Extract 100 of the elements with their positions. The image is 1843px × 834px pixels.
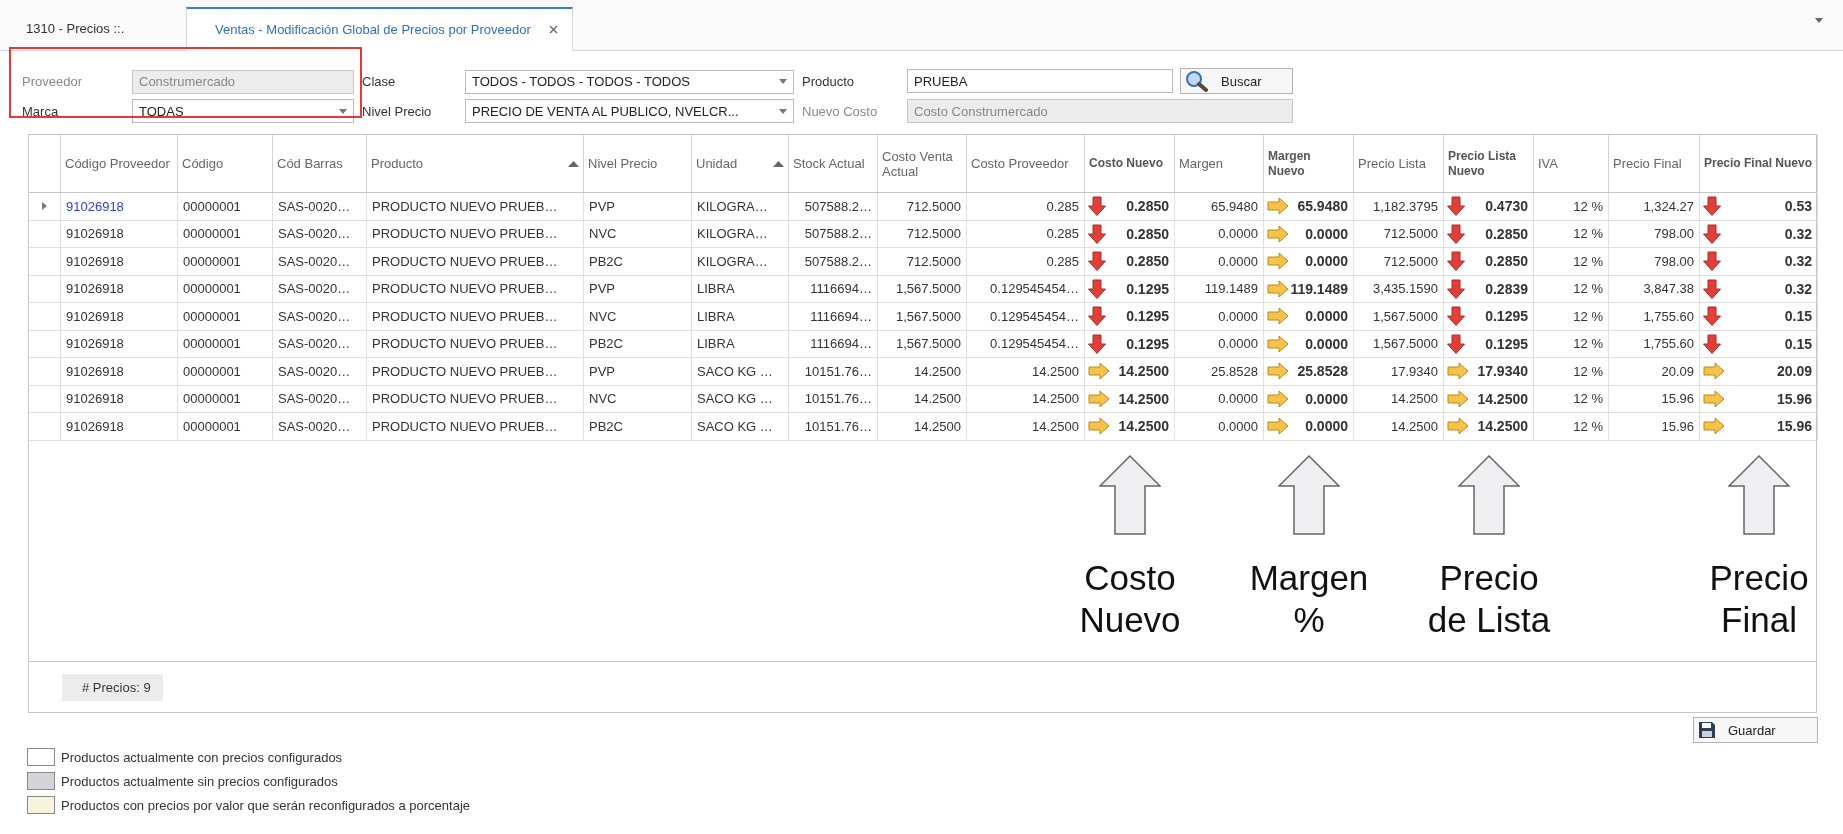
table-cell: 119.1489 xyxy=(1175,275,1264,303)
tab[interactable]: Ventas - Modificación Global de Precios por Proveedor xyxy=(186,7,573,51)
table-cell: 0.0000 xyxy=(1264,220,1354,248)
table-cell: 17.9340 xyxy=(1444,358,1534,386)
table-cell: 0.0000 xyxy=(1175,220,1264,248)
table-cell: 0.285 xyxy=(967,248,1085,276)
close-icon[interactable] xyxy=(548,25,558,34)
column-header[interactable]: Código xyxy=(178,135,273,192)
table-cell: 119.1489 xyxy=(1264,275,1354,303)
table-cell: 0.0000 xyxy=(1264,413,1354,441)
table-cell: 14.2500 xyxy=(1444,385,1534,413)
table-cell: 1,567.5000 xyxy=(878,275,967,303)
table-cell: 10151.76… xyxy=(789,358,878,386)
column-header[interactable]: Unidad xyxy=(692,135,789,192)
column-header[interactable]: Código Proveedor xyxy=(61,135,178,192)
table-cell: 0.32 xyxy=(1700,275,1818,303)
table-cell: 712.5000 xyxy=(878,193,967,221)
table-cell: 12 % xyxy=(1534,275,1609,303)
row-indicator-cell[interactable] xyxy=(29,358,61,386)
column-header[interactable]: Margen xyxy=(1175,135,1264,192)
column-header[interactable]: Costo Nuevo xyxy=(1085,135,1175,192)
table-cell: PB2C xyxy=(584,330,692,358)
table-cell: 12 % xyxy=(1534,220,1609,248)
table-cell: 25.8528 xyxy=(1264,358,1354,386)
table-cell: 12 % xyxy=(1534,193,1609,221)
column-header[interactable]: Costo Venta Actual xyxy=(878,135,967,192)
table-cell: 0.2839 xyxy=(1444,275,1534,303)
table-cell: 00000001 xyxy=(178,303,273,331)
column-header[interactable]: Costo Proveedor xyxy=(967,135,1085,192)
table-cell: PRODUCTO NUEVO PRUEB… xyxy=(367,303,584,331)
table-cell: 712.5000 xyxy=(1354,248,1444,276)
field-label: Marca xyxy=(22,103,60,119)
table-cell: 14.2500 xyxy=(967,358,1085,386)
column-header[interactable]: Cód Barras xyxy=(273,135,367,192)
table-cell: 12 % xyxy=(1534,303,1609,331)
table-cell: 14.2500 xyxy=(1085,358,1175,386)
table-cell: 798.00 xyxy=(1609,220,1700,248)
column-header[interactable]: Precio Final xyxy=(1609,135,1700,192)
row-indicator-cell[interactable] xyxy=(29,248,61,276)
search-button[interactable]: Buscar xyxy=(1180,68,1293,94)
table-cell: 12 % xyxy=(1534,248,1609,276)
table-cell: 0.129545454… xyxy=(967,303,1085,331)
table-cell: 12 % xyxy=(1534,358,1609,386)
column-header[interactable]: Precio Lista Nuevo xyxy=(1444,135,1534,192)
callout-label: Costo Nuevo xyxy=(1078,556,1182,641)
row-indicator-cell[interactable] xyxy=(29,385,61,413)
table-cell: 1,182.3795 xyxy=(1354,193,1444,221)
table-cell: 00000001 xyxy=(178,193,273,221)
caret-icon xyxy=(779,108,787,114)
column-header[interactable]: Precio Lista xyxy=(1354,135,1444,192)
table-cell: 0.0000 xyxy=(1175,413,1264,441)
table-cell: 65.9480 xyxy=(1175,193,1264,221)
table-cell: PVP xyxy=(584,358,692,386)
table-cell: 00000001 xyxy=(178,358,273,386)
column-header[interactable]: Stock Actual xyxy=(789,135,878,192)
table-cell: 0.0000 xyxy=(1264,303,1354,331)
column-header[interactable]: Producto xyxy=(367,135,584,192)
table-cell: SAS-0020… xyxy=(273,303,367,331)
table-cell: PVP xyxy=(584,275,692,303)
column-header[interactable]: Precio Final Nuevo xyxy=(1700,135,1818,192)
up-arrow-icon xyxy=(1099,454,1161,535)
column-header[interactable]: IVA xyxy=(1534,135,1609,192)
row-indicator-cell[interactable] xyxy=(29,220,61,248)
table-cell: 0.0000 xyxy=(1264,385,1354,413)
row-indicator-cell[interactable] xyxy=(29,330,61,358)
column-header[interactable]: Nivel Precio xyxy=(584,135,692,192)
table-cell: 0.129545454… xyxy=(967,330,1085,358)
table-cell: 1,567.5000 xyxy=(1354,303,1444,331)
tab[interactable]: 1310 - Precios ::. xyxy=(0,6,186,50)
table-cell: 0.53 xyxy=(1700,193,1818,221)
table-cell: 00000001 xyxy=(178,248,273,276)
row-indicator-cell[interactable] xyxy=(29,193,61,221)
caret-icon[interactable] xyxy=(1815,18,1823,23)
table-cell: 91026918 xyxy=(61,193,178,221)
table-cell: PRODUCTO NUEVO PRUEB… xyxy=(367,275,584,303)
table-cell: SAS-0020… xyxy=(273,330,367,358)
row-indicator-cell[interactable] xyxy=(29,413,61,441)
table-cell: 14.2500 xyxy=(1444,413,1534,441)
table-cell: 1,567.5000 xyxy=(878,303,967,331)
table-cell: 3,435.1590 xyxy=(1354,275,1444,303)
save-button[interactable]: Guardar xyxy=(1693,717,1818,743)
dropdown[interactable]: TODOS - TODOS - TODOS - TODOS xyxy=(465,69,794,94)
table-cell: 15.96 xyxy=(1609,385,1700,413)
price-count: # Precios: 9 xyxy=(62,673,163,701)
table-cell: 0.4730 xyxy=(1444,193,1534,221)
table-cell: 00000001 xyxy=(178,275,273,303)
table-cell: SAS-0020… xyxy=(273,358,367,386)
table-cell: SAS-0020… xyxy=(273,275,367,303)
table-cell: 712.5000 xyxy=(878,248,967,276)
up-arrow-icon xyxy=(1278,454,1340,535)
table-cell: 507588.2… xyxy=(789,193,878,221)
row-indicator-cell[interactable] xyxy=(29,303,61,331)
text-field[interactable]: PRUEBA xyxy=(907,69,1173,93)
column-header[interactable]: Margen Nuevo xyxy=(1264,135,1354,192)
table-cell: 1,755.60 xyxy=(1609,330,1700,358)
row-indicator-cell[interactable] xyxy=(29,275,61,303)
dropdown[interactable]: TODAS xyxy=(132,99,354,123)
dropdown[interactable]: PRECIO DE VENTA AL PUBLICO, NVELCR... xyxy=(465,99,794,123)
table-cell: 14.2500 xyxy=(1354,413,1444,441)
table-cell: 10151.76… xyxy=(789,385,878,413)
